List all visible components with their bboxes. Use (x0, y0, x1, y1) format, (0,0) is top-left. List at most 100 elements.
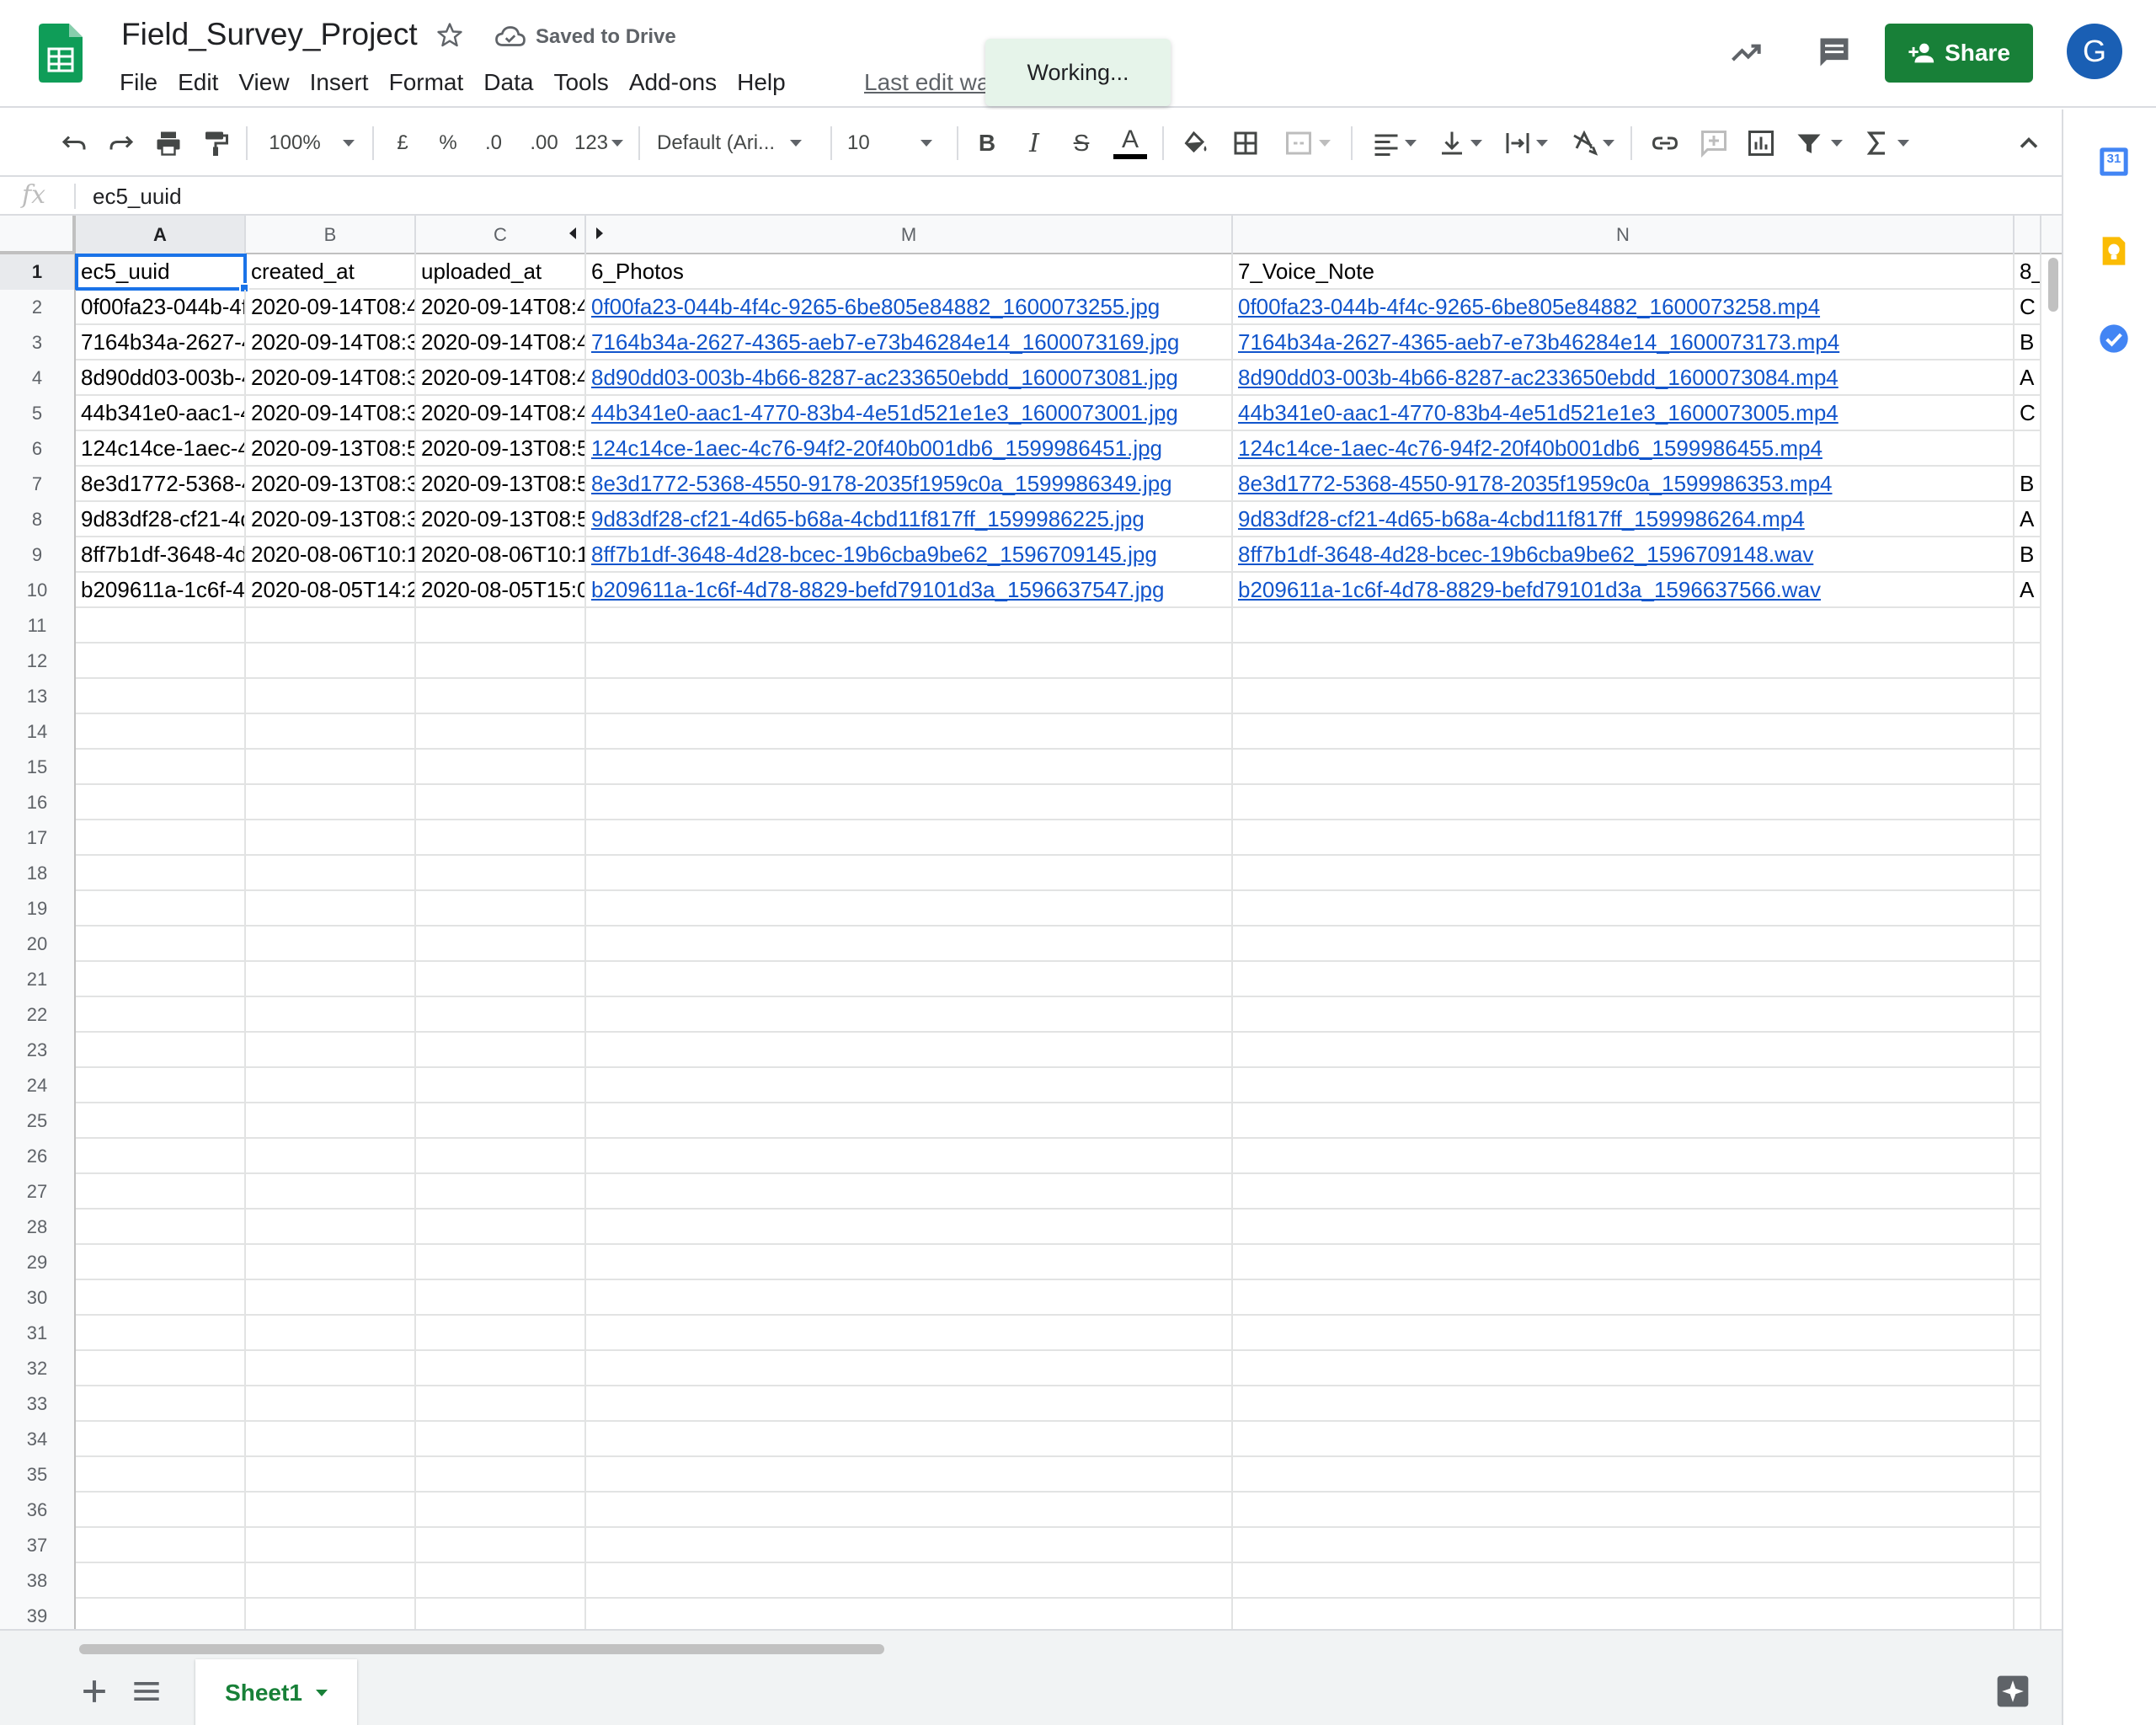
table-cell[interactable] (416, 997, 586, 1033)
insert-comment-button[interactable] (1694, 109, 1733, 177)
table-cell[interactable] (246, 1280, 416, 1316)
menu-help[interactable]: Help (727, 67, 796, 101)
table-cell[interactable] (416, 1280, 586, 1316)
table-cell[interactable] (1233, 1210, 2015, 1245)
table-cell[interactable] (76, 1351, 246, 1386)
table-cell[interactable] (586, 1174, 1233, 1210)
merge-cells-button[interactable] (1277, 109, 1337, 177)
table-cell[interactable]: 2020-09-13T08:55:03 (416, 431, 586, 467)
row-header[interactable]: 22 (0, 997, 76, 1033)
table-cell[interactable]: 2020-08-05T14:25:47 (246, 573, 416, 608)
table-cell[interactable] (1233, 1174, 2015, 1210)
table-cell[interactable] (1233, 1033, 2015, 1068)
file-link-cell[interactable]: b209611a-1c6f-4d78-8829-befd79101d3a_159… (586, 573, 1233, 608)
row-header[interactable]: 11 (0, 608, 76, 644)
sheet-tab-menu-icon[interactable] (315, 1690, 328, 1696)
table-cell[interactable] (586, 1599, 1233, 1629)
insert-chart-button[interactable] (1742, 109, 1780, 177)
table-cell[interactable] (586, 1457, 1233, 1493)
table-cell[interactable] (1233, 1068, 2015, 1103)
italic-button[interactable]: I (1016, 109, 1053, 177)
table-cell[interactable] (2015, 1174, 2041, 1210)
table-cell[interactable] (2015, 1422, 2041, 1457)
row-header[interactable]: 29 (0, 1245, 76, 1280)
table-cell[interactable] (586, 750, 1233, 785)
table-cell[interactable] (416, 856, 586, 891)
table-cell[interactable] (1233, 1316, 2015, 1351)
table-cell[interactable]: 2020-09-14T08:39:29 (246, 325, 416, 360)
file-link-cell[interactable]: 44b341e0-aac1-4770-83b4-4e51d521e1e3_160… (586, 396, 1233, 431)
table-cell[interactable] (586, 1563, 1233, 1599)
menu-add-ons[interactable]: Add-ons (619, 67, 727, 101)
row-header[interactable]: 25 (0, 1103, 76, 1139)
table-cell[interactable] (2015, 927, 2041, 962)
menu-edit[interactable]: Edit (168, 67, 228, 101)
column-header-a[interactable]: A (76, 216, 246, 254)
table-cell[interactable] (2015, 1103, 2041, 1139)
table-cell[interactable] (586, 997, 1233, 1033)
table-cell[interactable] (1233, 1563, 2015, 1599)
table-cell[interactable]: 2020-09-14T08:41:02 (416, 290, 586, 325)
file-link-cell[interactable]: 8e3d1772-5368-4550-9178-2035f1959c0a_159… (1233, 467, 2015, 502)
row-header[interactable]: 12 (0, 644, 76, 679)
table-cell[interactable] (416, 1457, 586, 1493)
table-cell[interactable] (76, 1316, 246, 1351)
table-cell[interactable]: 2020-09-14T08:41:02 (416, 396, 586, 431)
table-cell[interactable] (2015, 891, 2041, 927)
table-cell[interactable] (586, 1280, 1233, 1316)
row-header[interactable]: 9 (0, 537, 76, 573)
table-cell[interactable] (76, 891, 246, 927)
table-cell[interactable] (1233, 714, 2015, 750)
table-cell[interactable] (416, 714, 586, 750)
row-header[interactable]: 3 (0, 325, 76, 360)
table-cell[interactable] (1233, 820, 2015, 856)
row-header[interactable]: 16 (0, 785, 76, 820)
row-header[interactable]: 26 (0, 1139, 76, 1174)
selected-cell[interactable]: ec5_uuid (75, 254, 247, 291)
table-cell[interactable] (416, 785, 586, 820)
vertical-scroll-thumb[interactable] (2048, 258, 2058, 312)
undo-button[interactable] (54, 109, 94, 177)
row-header[interactable]: 6 (0, 431, 76, 467)
table-cell[interactable] (416, 644, 586, 679)
table-cell[interactable] (2015, 1280, 2041, 1316)
table-cell[interactable]: created_at (246, 254, 416, 290)
table-cell[interactable] (1233, 608, 2015, 644)
file-link-cell[interactable]: 124c14ce-1aec-4c76-94f2-20f40b001db6_159… (1233, 431, 2015, 467)
table-cell[interactable] (246, 1210, 416, 1245)
table-cell[interactable] (246, 608, 416, 644)
file-link-cell[interactable]: 7164b34a-2627-4365-aeb7-e73b46284e14_160… (586, 325, 1233, 360)
table-cell[interactable] (1233, 891, 2015, 927)
font-family-select[interactable]: Default (Ari... (657, 109, 825, 177)
all-sheets-list-icon[interactable] (128, 1673, 165, 1710)
table-cell[interactable]: B (2015, 325, 2041, 360)
hidden-columns-left-arrow-icon[interactable] (569, 227, 576, 239)
fill-color-button[interactable] (1176, 109, 1214, 177)
table-cell[interactable]: 2020-09-14T08:36:41 (246, 396, 416, 431)
more-formats-button[interactable]: 123 (571, 109, 627, 177)
hidden-columns-right-arrow-icon[interactable] (596, 227, 603, 239)
table-cell[interactable]: 9d83df28-cf21-4d65-b68a-4cbd11f817ff (76, 502, 246, 537)
file-link-cell[interactable]: 8e3d1772-5368-4550-9178-2035f1959c0a_159… (586, 467, 1233, 502)
table-cell[interactable] (2015, 1457, 2041, 1493)
table-cell[interactable] (1233, 1457, 2015, 1493)
table-cell[interactable] (76, 1528, 246, 1563)
table-cell[interactable] (416, 1528, 586, 1563)
table-cell[interactable] (416, 1351, 586, 1386)
table-cell[interactable] (246, 1174, 416, 1210)
row-header[interactable]: 23 (0, 1033, 76, 1068)
row-header[interactable]: 21 (0, 962, 76, 997)
table-cell[interactable] (246, 644, 416, 679)
table-cell[interactable] (246, 1139, 416, 1174)
table-cell[interactable]: 2020-09-14T08:41:02 (416, 325, 586, 360)
file-link-cell[interactable]: 8d90dd03-003b-4b66-8287-ac233650ebdd_160… (586, 360, 1233, 396)
file-link-cell[interactable]: 0f00fa23-044b-4f4c-9265-6be805e84882_160… (1233, 290, 2015, 325)
table-cell[interactable] (1233, 679, 2015, 714)
table-cell[interactable]: 2020-09-14T08:40:55 (246, 290, 416, 325)
table-cell[interactable] (416, 962, 586, 997)
redo-button[interactable] (101, 109, 141, 177)
table-cell[interactable] (246, 1316, 416, 1351)
keep-icon[interactable] (2097, 234, 2131, 268)
table-cell[interactable]: b209611a-1c6f-4d78-8829-befd79101d3a (76, 573, 246, 608)
row-header[interactable]: 4 (0, 360, 76, 396)
